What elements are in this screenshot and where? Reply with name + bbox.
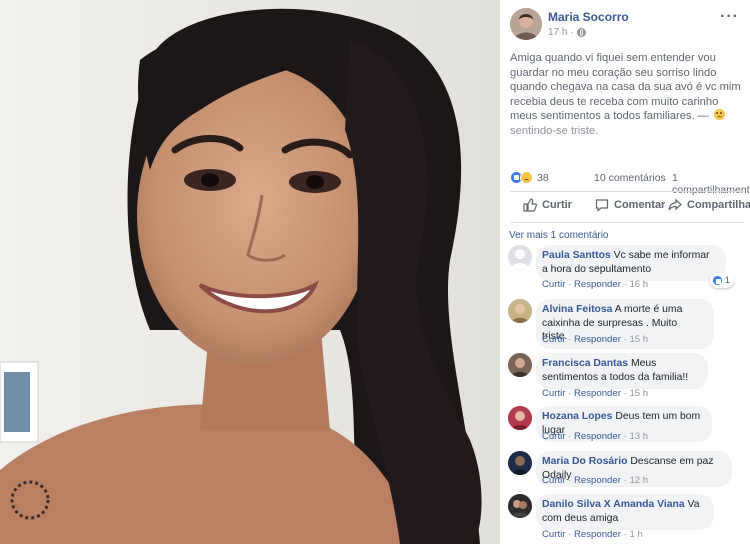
comment-time[interactable]: 12 h bbox=[629, 475, 648, 486]
divider bbox=[510, 222, 744, 223]
post-time-row: 17 h · bbox=[548, 27, 586, 38]
shares-count[interactable]: 1 compartilhamento bbox=[672, 172, 750, 196]
post-photo[interactable] bbox=[0, 0, 500, 544]
commenter-avatar-image bbox=[508, 406, 532, 430]
comment-like-link[interactable]: Curtir bbox=[542, 475, 565, 486]
sad-face-icon bbox=[714, 109, 726, 121]
portrait-image bbox=[0, 0, 500, 544]
comment-meta: Curtir · Responder · 15 h bbox=[542, 388, 649, 399]
commenter-avatar-image bbox=[508, 451, 532, 475]
commenter-avatar[interactable] bbox=[508, 353, 532, 377]
thumbs-up-icon bbox=[523, 198, 537, 212]
share-button[interactable]: Compartilhar bbox=[668, 198, 750, 212]
comment-time[interactable]: 16 h bbox=[629, 279, 648, 290]
post-actions: Curtir Comentar Compartilhar bbox=[510, 195, 750, 217]
like-button[interactable]: Curtir bbox=[523, 198, 572, 212]
commenter-name[interactable]: Hozana Lopes bbox=[542, 411, 612, 422]
post-stats: 38 10 comentários 1 compartilhamento bbox=[510, 170, 750, 196]
comment-like-link[interactable]: Curtir bbox=[542, 431, 565, 442]
default-avatar-icon bbox=[508, 245, 532, 269]
comment-like-link[interactable]: Curtir bbox=[542, 388, 565, 399]
commenter-avatar[interactable] bbox=[508, 245, 532, 269]
reactions-count[interactable]: 38 bbox=[537, 172, 549, 184]
share-button-label: Compartilhar bbox=[687, 199, 750, 211]
commenter-avatar-image bbox=[508, 494, 532, 518]
post-text: Amiga quando vi fiquei sem entender vou … bbox=[510, 51, 746, 139]
commenter-name[interactable]: Maria Do Rosário bbox=[542, 456, 627, 467]
sad-reaction-icon bbox=[520, 171, 533, 184]
comment-reply-link[interactable]: Responder bbox=[574, 388, 621, 399]
like-button-label: Curtir bbox=[542, 199, 572, 211]
post-feeling: sentindo-se triste. bbox=[510, 124, 599, 137]
comment-bubble: Francisca Dantas Meus sentimentos a todo… bbox=[536, 353, 708, 389]
commenter-avatar-image bbox=[508, 353, 532, 377]
comment-meta: Curtir · Responder · 13 h bbox=[542, 431, 649, 442]
comment-like-link[interactable]: Curtir bbox=[542, 334, 565, 345]
comment-time[interactable]: 1 h bbox=[629, 529, 642, 540]
divider bbox=[510, 191, 744, 192]
share-icon bbox=[668, 198, 682, 211]
commenter-avatar-image bbox=[508, 299, 532, 323]
commenter-avatar[interactable] bbox=[508, 494, 532, 518]
post-author-name[interactable]: Maria Socorro bbox=[548, 10, 629, 24]
author-avatar[interactable] bbox=[510, 8, 542, 40]
comment-time[interactable]: 13 h bbox=[629, 431, 648, 442]
commenter-avatar[interactable] bbox=[508, 299, 532, 323]
comment-meta: Curtir · Responder · 15 h bbox=[542, 334, 649, 345]
comment-meta: Curtir · Responder · 1 h bbox=[542, 529, 643, 540]
post-side-panel: Maria Socorro 17 h · ··· Amiga quando vi… bbox=[500, 0, 750, 544]
comment-meta: Curtir · Responder · 16 h bbox=[542, 279, 649, 290]
comment-time[interactable]: 15 h bbox=[629, 334, 648, 345]
comments-count[interactable]: 10 comentários bbox=[594, 172, 666, 184]
comment-meta: Curtir · Responder · 12 h bbox=[542, 475, 649, 486]
comment-bubble: Paula Santtos Vc sabe me informar a hora… bbox=[536, 245, 734, 288]
comment-reply-link[interactable]: Responder bbox=[574, 334, 621, 345]
comment-like-link[interactable]: Curtir bbox=[542, 529, 565, 540]
reaction-icons[interactable] bbox=[510, 171, 533, 184]
comment-like-link[interactable]: Curtir bbox=[542, 279, 565, 290]
commenter-name[interactable]: Francisca Dantas bbox=[542, 358, 628, 369]
comment-like-count: 1 bbox=[724, 274, 730, 286]
more-options-icon[interactable]: ··· bbox=[720, 9, 739, 25]
comment-reply-link[interactable]: Responder bbox=[574, 279, 621, 290]
comment-time[interactable]: 15 h bbox=[629, 388, 648, 399]
like-reaction-icon bbox=[711, 274, 723, 286]
author-avatar-image bbox=[510, 8, 542, 40]
comment-bubble: Danilo Silva X Amanda Viana Va com deus … bbox=[536, 494, 714, 530]
post-time[interactable]: 17 h bbox=[548, 27, 567, 38]
commenter-name[interactable]: Danilo Silva X Amanda Viana bbox=[542, 499, 685, 510]
comment-button-label: Comentar bbox=[614, 199, 666, 211]
commenter-avatar[interactable] bbox=[508, 451, 532, 475]
comment-reply-link[interactable]: Responder bbox=[574, 529, 621, 540]
comment-icon bbox=[595, 199, 609, 212]
commenter-name[interactable]: Paula Santtos bbox=[542, 250, 611, 261]
post-header: Maria Socorro 17 h · ··· bbox=[510, 8, 745, 42]
commenter-name[interactable]: Alvina Feitosa bbox=[542, 304, 612, 315]
comment-like-badge[interactable]: 1 bbox=[709, 272, 734, 288]
comment-reply-link[interactable]: Responder bbox=[574, 475, 621, 486]
comment-button[interactable]: Comentar bbox=[595, 198, 665, 212]
post-message: Amiga quando vi fiquei sem entender vou … bbox=[510, 52, 741, 123]
commenter-avatar[interactable] bbox=[508, 406, 532, 430]
view-more-comments-link[interactable]: Ver mais 1 comentário bbox=[509, 230, 609, 241]
globe-icon bbox=[576, 28, 586, 37]
comment-reply-link[interactable]: Responder bbox=[574, 431, 621, 442]
